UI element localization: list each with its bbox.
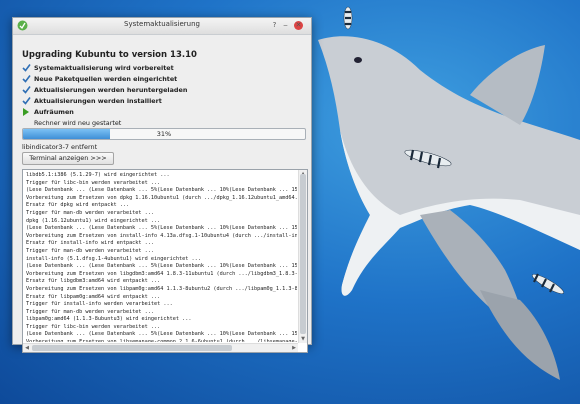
terminal-line: Ersatz für install-info wird entpackt ..…	[26, 240, 155, 247]
terminal-line: Trigger für man-db werden verarbeitet ..…	[26, 209, 155, 216]
step-label: Aktualisierungen werden installiert	[34, 96, 162, 105]
horizontal-scrollbar[interactable]: ◀ ▶	[23, 343, 298, 352]
minimize-button[interactable]: ‒	[281, 21, 290, 30]
scroll-left-icon[interactable]: ◀	[23, 344, 31, 352]
progress-label: 31%	[156, 130, 172, 138]
page-title: Upgrading Kubuntu to version 13.10	[22, 50, 197, 60]
upgrade-window: Systemaktualisierung ? ‒ ✕ Upgrading Kub…	[12, 17, 312, 353]
progress-bar: 31%	[22, 128, 306, 140]
terminal-line: Vorbereitung zum Ersetzen von libsemanag…	[26, 339, 297, 342]
terminal-line: (Lese Datenbank ... (Lese Datenbank ... …	[26, 331, 297, 338]
vertical-scrollbar[interactable]: ▲ ▼	[298, 170, 307, 343]
step-item: Aktualisierungen werden installiert	[22, 95, 187, 106]
step-label: Aktualisierungen werden heruntergeladen	[34, 85, 188, 94]
terminal-line: (Lese Datenbank ... (Lese Datenbank ... …	[26, 225, 297, 232]
terminal-line: Vorbereitung zum Ersetzen von dpkg 1.16.…	[26, 194, 297, 201]
scroll-thumb-horizontal[interactable]	[32, 345, 232, 351]
step-label: Aufräumen	[34, 107, 74, 116]
step-item-pending: Rechner wird neu gestartet	[22, 117, 187, 128]
terminal-lines: libdb5.1:i386 (5.1.29-7) wird eingericht…	[26, 172, 297, 342]
terminal-line: Ersatz für libpam0g:amd64 wird entpackt …	[26, 293, 161, 300]
terminal-line: install-info (5.1.dfsg.1-4ubuntu1) wird …	[26, 255, 201, 262]
terminal-line: Trigger für libc-bin werden verarbeitet …	[26, 179, 161, 186]
step-item: Systemaktualisierung wird vorbereitet	[22, 62, 187, 73]
step-label: Rechner wird neu gestartet	[34, 118, 122, 127]
terminal-line: dpkg (1.16.12ubuntu1) wird eingerichtet …	[26, 217, 161, 224]
scroll-down-icon[interactable]: ▼	[299, 335, 307, 343]
step-item-current: Aufräumen	[22, 106, 187, 117]
terminal-line: libdb5.1:i386 (5.1.29-7) wird eingericht…	[26, 172, 170, 178]
help-button[interactable]: ?	[270, 21, 279, 30]
terminal-line: Ersatz für dpkg wird entpackt ...	[26, 202, 130, 209]
step-label: Neue Paketquellen werden eingerichtet	[34, 74, 178, 83]
close-button[interactable]: ✕	[294, 21, 303, 30]
terminal-line: libpam0g:amd64 (1.1.3-8ubuntu3) wird ein…	[26, 316, 192, 323]
window-titlebar[interactable]: Systemaktualisierung ? ‒ ✕	[13, 18, 311, 35]
shark-illustration	[318, 6, 580, 380]
terminal-line: Trigger für man-db werden verarbeitet ..…	[26, 247, 155, 254]
terminal-line: Trigger für libc-bin werden verarbeitet …	[26, 323, 161, 330]
terminal-line: (Lese Datenbank ... (Lese Datenbank ... …	[26, 263, 297, 270]
scroll-right-icon[interactable]: ▶	[290, 344, 298, 352]
check-icon	[22, 96, 31, 105]
step-item: Aktualisierungen werden heruntergeladen	[22, 84, 187, 95]
terminal-line: Trigger für man-db werden verarbeitet ..…	[26, 308, 155, 315]
step-list: Systemaktualisierung wird vorbereitet Ne…	[22, 62, 187, 128]
terminal-line: Ersatz für libgdbm3:amd64 wird entpackt …	[26, 278, 161, 285]
play-arrow-icon	[22, 107, 31, 116]
step-label: Systemaktualisierung wird vorbereitet	[34, 63, 174, 72]
terminal-line: Vorbereitung zum Ersetzen von libpam0g:a…	[26, 285, 297, 292]
check-icon	[22, 74, 31, 83]
check-icon	[22, 63, 31, 72]
check-icon	[22, 85, 31, 94]
status-text: libindicator3-7 entfernt	[22, 143, 98, 151]
scroll-thumb[interactable]	[300, 174, 306, 334]
show-terminal-button[interactable]: Terminal anzeigen >>>	[22, 152, 114, 165]
step-item: Neue Paketquellen werden eingerichtet	[22, 73, 187, 84]
window-title: Systemaktualisierung	[124, 20, 200, 28]
terminal-line: Vorbereitung zum Ersetzen von install-in…	[26, 232, 297, 239]
terminal-line: Trigger für install-info werden verarbei…	[26, 301, 173, 308]
terminal-line: Vorbereitung zum Ersetzen von libgdbm3:a…	[26, 270, 297, 277]
terminal-line: (Lese Datenbank ... (Lese Datenbank ... …	[26, 187, 297, 194]
terminal-output[interactable]: libdb5.1:i386 (5.1.29-7) wird eingericht…	[22, 169, 308, 353]
